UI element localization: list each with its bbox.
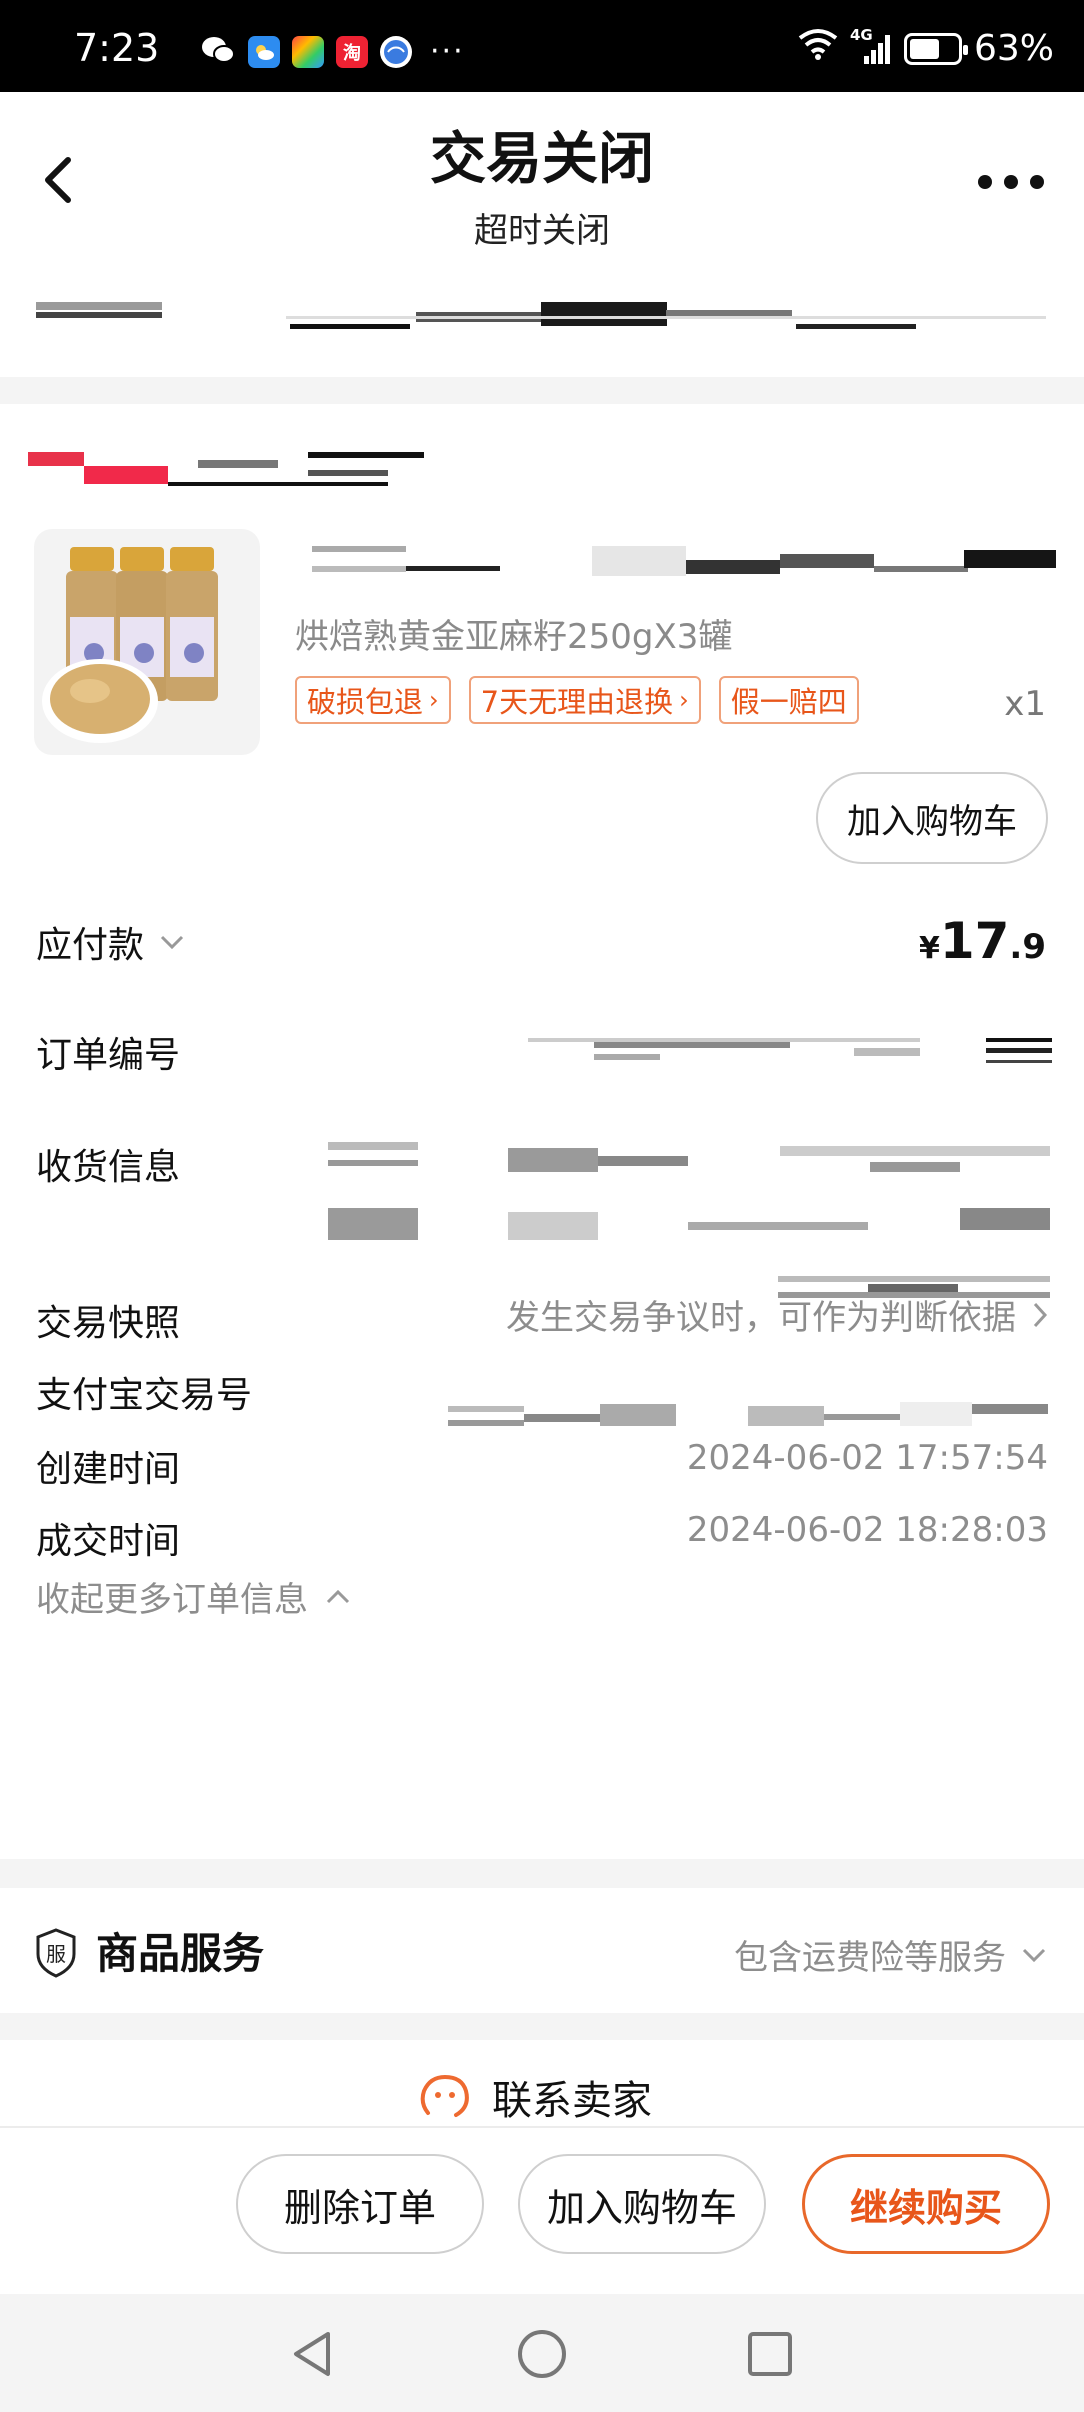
- bottom-action-bar: 删除订单 加入购物车 继续购买: [0, 2126, 1084, 2294]
- contact-seller-button[interactable]: 联系卖家: [418, 2068, 652, 2126]
- service-tags: 破损包退 › 7天无理由退换 › 假一赔四: [295, 676, 859, 724]
- title-block: 交易关闭 超时关闭: [0, 114, 1084, 252]
- price-currency: ¥: [918, 931, 940, 966]
- chevron-right-icon: ›: [679, 686, 689, 714]
- created-time-label: 创建时间: [36, 1449, 181, 1490]
- redacted-shop-name[interactable]: [28, 452, 424, 488]
- order-number-label: 订单编号: [36, 1035, 181, 1076]
- order-card: 烘焙熟黄金亚麻籽250gX3罐 破损包退 › 7天无理由退换 › 假一赔四 x1 加…: [0, 404, 1084, 1859]
- snapshot-hint: 发生交易争议时，可作为判断依据: [506, 1298, 1016, 1338]
- redacted-product-name: [312, 546, 1056, 582]
- weather-icon: [248, 36, 280, 68]
- battery-level: [909, 38, 939, 59]
- nav-recents-icon[interactable]: [740, 2324, 800, 2384]
- status-bar: 7:23 淘 ··· 4G 63%: [0, 0, 1084, 92]
- nav-back-icon[interactable]: [282, 2324, 342, 2384]
- collapse-label: 收起更多订单信息: [36, 1580, 308, 1620]
- amount-label: 应付款: [36, 925, 145, 966]
- browser-icon: [380, 36, 412, 68]
- price-decimal: .9: [1009, 927, 1046, 967]
- order-header: 交易关闭 超时关闭: [0, 92, 1084, 377]
- more-options-button[interactable]: [978, 170, 1044, 194]
- product-quantity: x1: [1004, 684, 1046, 724]
- tag-fake-compensation[interactable]: 假一赔四: [718, 676, 859, 724]
- shield-icon: 服: [34, 1928, 78, 1978]
- dot-icon: [1004, 175, 1018, 189]
- wifi-icon: [798, 28, 838, 69]
- order-price: ¥17.9: [919, 912, 1046, 970]
- status-time: 7:23: [74, 26, 160, 70]
- product-title[interactable]: 烘焙熟黄金亚麻籽250gX3罐: [295, 609, 732, 658]
- cellular-signal-icon: 4G: [850, 26, 892, 66]
- services-title: 商品服务: [96, 1929, 265, 1978]
- wechat-icon: [200, 34, 236, 70]
- page-title: 交易关闭: [430, 127, 654, 192]
- deal-time-value: 2024-06-02 18:28:03: [686, 1510, 1048, 1550]
- svg-text:服: 服: [46, 1942, 66, 1966]
- deal-time-label: 成交时间: [36, 1521, 181, 1562]
- taobao-icon: 淘: [336, 36, 368, 68]
- chevron-right-icon: ›: [429, 686, 439, 714]
- seller-chat-icon: [420, 2074, 469, 2117]
- add-to-cart-button[interactable]: 加入购物车: [816, 772, 1048, 864]
- tag-damage-return[interactable]: 破损包退 ›: [295, 676, 451, 724]
- status-system-icons: 4G 63%: [798, 26, 1054, 69]
- dot-icon: [978, 175, 992, 189]
- services-summary: 包含运费险等服务: [734, 1930, 1048, 1979]
- snapshot-label: 交易快照: [36, 1303, 181, 1344]
- flaxseed-jar-image: [42, 547, 218, 743]
- product-services-row[interactable]: 服 商品服务 包含运费险等服务: [0, 1888, 1084, 2013]
- chevron-right-icon: [1033, 1302, 1048, 1327]
- tag-7day-return[interactable]: 7天无理由退换 ›: [468, 676, 701, 724]
- shipping-info-label: 收货信息: [36, 1147, 181, 1188]
- battery-icon: [903, 32, 968, 65]
- contact-seller-row[interactable]: 联系卖家: [0, 2040, 1084, 2130]
- alipay-trade-label: 支付宝交易号: [36, 1375, 253, 1416]
- created-time-value: 2024-06-02 17:57:54: [686, 1438, 1048, 1478]
- system-nav-bar: [0, 2294, 1084, 2412]
- battery-percent: 63%: [973, 28, 1054, 69]
- collapse-order-info-button[interactable]: 收起更多订单信息: [36, 1572, 352, 1621]
- delete-order-button[interactable]: 删除订单: [236, 2154, 484, 2254]
- nav-home-icon[interactable]: [512, 2324, 572, 2384]
- chevron-down-icon: [1022, 1948, 1046, 1962]
- snapshot-link[interactable]: 发生交易争议时，可作为判断依据: [506, 1290, 1048, 1339]
- price-integer: 17: [939, 912, 1010, 970]
- status-more-indicator: ···: [430, 34, 465, 69]
- amount-row-toggle[interactable]: 应付款: [36, 916, 186, 968]
- buy-again-button[interactable]: 继续购买: [802, 2154, 1050, 2254]
- chevron-down-icon: [160, 935, 184, 950]
- colorful-app-icon: [292, 36, 324, 68]
- dot-icon: [1030, 175, 1044, 189]
- redacted-alipay-number[interactable]: [448, 1402, 1048, 1432]
- add-to-cart-bottom-button[interactable]: 加入购物车: [518, 2154, 766, 2254]
- product-image[interactable]: [34, 529, 260, 755]
- redacted-logistics: [36, 302, 1046, 332]
- redacted-order-number[interactable]: [528, 1038, 1052, 1068]
- status-app-icons: 淘 ···: [200, 34, 465, 70]
- page-subtitle: 超时关闭: [474, 211, 610, 251]
- contact-seller-label: 联系卖家: [492, 2078, 652, 2124]
- chevron-up-icon: [326, 1589, 350, 1603]
